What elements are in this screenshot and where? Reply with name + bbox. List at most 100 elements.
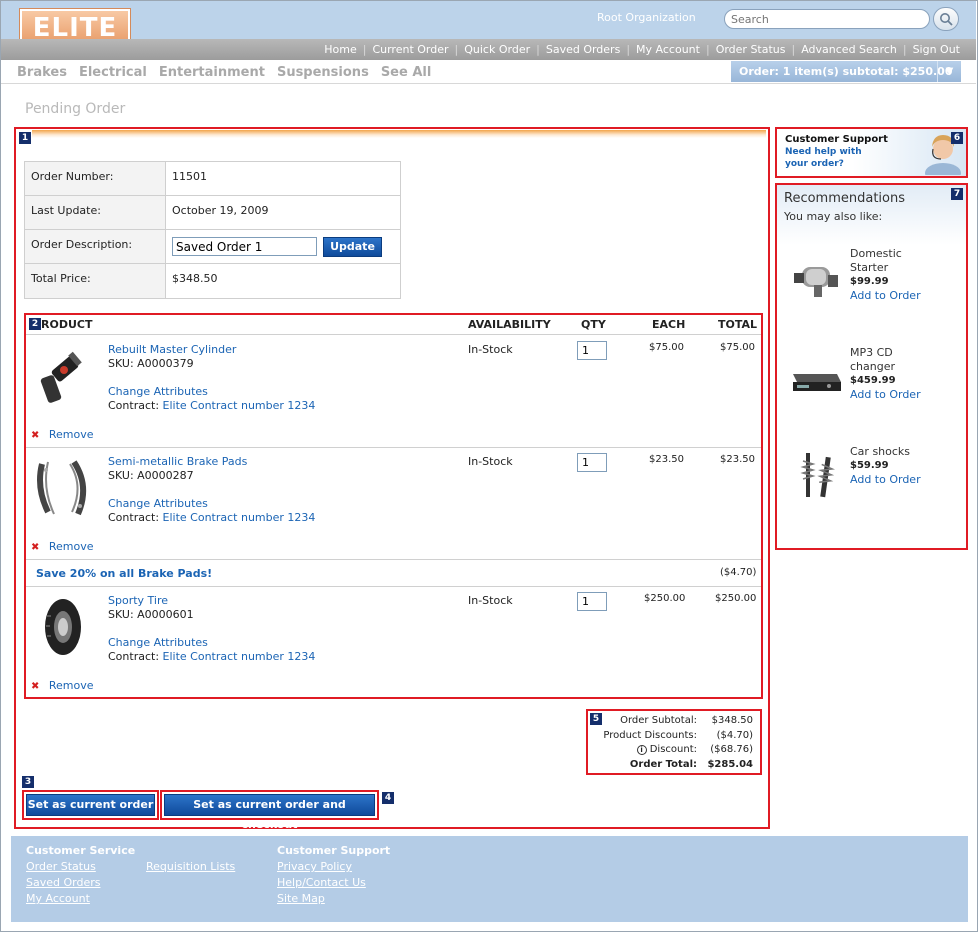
rec-price: $459.99 (850, 375, 896, 386)
nav-sign-out[interactable]: Sign Out (913, 43, 960, 56)
master-cylinder-icon (40, 351, 82, 403)
category-suspensions[interactable]: Suspensions (277, 65, 369, 80)
each-price: $75.00 (649, 342, 684, 353)
column-header-availability: AVAILABILITY (468, 318, 551, 331)
contract-row: Contract: Elite Contract number 1234 (108, 511, 315, 524)
order-description-input[interactable] (172, 237, 317, 256)
support-line-2: your order? (785, 159, 844, 169)
nav-saved-orders[interactable]: Saved Orders (546, 43, 620, 56)
footer-link-privacy-policy[interactable]: Privacy Policy (277, 860, 352, 873)
mini-cart-summary[interactable]: Order: 1 item(s) subtotal: $250.00 ▼ (731, 61, 961, 82)
remove-link[interactable]: Remove (49, 540, 94, 553)
rec-add-to-order[interactable]: Add to Order (850, 473, 921, 486)
product-link-master-cylinder[interactable]: Rebuilt Master Cylinder (108, 343, 236, 356)
footer-link-help-contact[interactable]: Help/Contact Us (277, 876, 366, 889)
organization-name: Root Organization (597, 11, 696, 24)
order-number-label: Order Number: (25, 162, 166, 195)
rec-name-line2: changer (850, 360, 896, 373)
product-sku: SKU: A0000601 (108, 608, 194, 621)
change-attributes-link[interactable]: Change Attributes (108, 636, 208, 649)
nav-my-account[interactable]: My Account (636, 43, 700, 56)
product-link-tire[interactable]: Sporty Tire (108, 594, 168, 607)
footer-customer-service-title: Customer Service (26, 844, 136, 857)
promo-amount: ($4.70) (720, 567, 757, 578)
remove-link[interactable]: Remove (49, 428, 94, 441)
category-entertainment[interactable]: Entertainment (159, 65, 265, 80)
product-image-master-cylinder[interactable] (36, 346, 96, 408)
contract-link[interactable]: Elite Contract number 1234 (163, 399, 316, 412)
quantity-input[interactable] (577, 592, 607, 611)
contract-link[interactable]: Elite Contract number 1234 (163, 511, 316, 524)
nav-home[interactable]: Home (324, 43, 356, 56)
rec-add-to-order[interactable]: Add to Order (850, 289, 921, 302)
remove-row[interactable]: ✖ Remove (31, 428, 94, 441)
footer-link-my-account[interactable]: My Account (26, 892, 90, 905)
nav-current-order[interactable]: Current Order (372, 43, 448, 56)
category-electrical[interactable]: Electrical (79, 65, 147, 80)
support-line-1: Need help with (785, 147, 862, 157)
footer-link-requisition-lists[interactable]: Requisition Lists (146, 860, 235, 873)
category-brakes[interactable]: Brakes (17, 65, 67, 80)
subtotal-value: $348.50 (711, 715, 753, 726)
rec-name-line1: MP3 CD (850, 346, 893, 359)
rec-add-to-order[interactable]: Add to Order (850, 388, 921, 401)
order-total-label: Order Total: (629, 758, 697, 770)
change-attributes-link[interactable]: Change Attributes (108, 497, 208, 510)
promo-text: Save 20% on all Brake Pads! (36, 567, 213, 580)
rec-price: $59.99 (850, 460, 889, 471)
annotation-badge-4: 4 (382, 792, 394, 804)
contract-row: Contract: Elite Contract number 1234 (108, 650, 315, 663)
remove-link[interactable]: Remove (49, 679, 94, 692)
chevron-down-icon[interactable]: ▼ (937, 61, 961, 82)
footer-link-order-status[interactable]: Order Status (26, 860, 96, 873)
contract-link[interactable]: Elite Contract number 1234 (163, 650, 316, 663)
category-see-all[interactable]: See All (381, 65, 432, 80)
recommendations-title: Recommendations (784, 191, 906, 206)
mp3-cd-changer-icon[interactable] (789, 364, 843, 394)
annotation-badge-1: 1 (19, 132, 31, 144)
last-update-label: Last Update: (25, 196, 166, 229)
remove-row[interactable]: ✖ Remove (31, 540, 94, 553)
remove-row[interactable]: ✖ Remove (31, 679, 94, 692)
main-navigation: Home | Current Order | Quick Order | Saved … (1, 39, 976, 60)
annotation-badge-6: 6 (951, 132, 963, 144)
set-current-order-button[interactable]: Set as current order (26, 794, 155, 816)
search-input[interactable] (724, 9, 930, 29)
contract-label: Contract: (108, 511, 160, 524)
rec-name: Domestic Starter (850, 247, 902, 274)
customer-support-banner[interactable]: Customer Support Need help with your ord… (777, 129, 966, 176)
nav-order-status[interactable]: Order Status (716, 43, 786, 56)
set-current-and-checkout-button[interactable]: Set as current order and checkout (164, 794, 375, 831)
annotation-badge-7: 7 (951, 188, 963, 200)
footer-link-site-map[interactable]: Site Map (277, 892, 325, 905)
product-image-tire[interactable] (40, 596, 86, 658)
rec-name-line2: Starter (850, 261, 889, 274)
quantity-input[interactable] (577, 453, 607, 472)
footer-customer-support-title: Customer Support (277, 844, 391, 857)
car-shocks-icon[interactable] (797, 451, 837, 501)
nav-advanced-search[interactable]: Advanced Search (801, 43, 897, 56)
quantity-input[interactable] (577, 341, 607, 360)
footer-link-saved-orders[interactable]: Saved Orders (26, 876, 100, 889)
totals-labels: Order Subtotal: Product Discounts: i Dis… (590, 714, 697, 772)
change-attributes-link[interactable]: Change Attributes (108, 385, 208, 398)
tire-icon (45, 599, 81, 655)
starter-icon[interactable] (792, 257, 842, 301)
contract-label: Contract: (108, 399, 160, 412)
remove-icon: ✖ (31, 542, 40, 553)
info-icon[interactable]: i (636, 745, 647, 755)
rec-name-line1: Domestic (850, 247, 902, 260)
last-update-value: October 19, 2009 (172, 204, 269, 217)
discount-row-label: i Discount: (590, 743, 697, 758)
nav-quick-order[interactable]: Quick Order (464, 43, 530, 56)
update-button[interactable]: Update (323, 237, 382, 257)
rec-name: MP3 CD changer (850, 346, 895, 373)
footer: Customer Service Order Status Saved Orde… (11, 836, 968, 922)
line-total: $75.00 (720, 342, 755, 353)
search-button[interactable] (933, 7, 959, 31)
product-link-brake-pads[interactable]: Semi-metallic Brake Pads (108, 455, 247, 468)
each-price: $23.50 (649, 454, 684, 465)
contract-row: Contract: Elite Contract number 1234 (108, 399, 315, 412)
totals-values: $348.50 ($4.70) ($68.76) $285.04 (700, 714, 753, 772)
product-image-brake-pads[interactable] (34, 456, 98, 520)
